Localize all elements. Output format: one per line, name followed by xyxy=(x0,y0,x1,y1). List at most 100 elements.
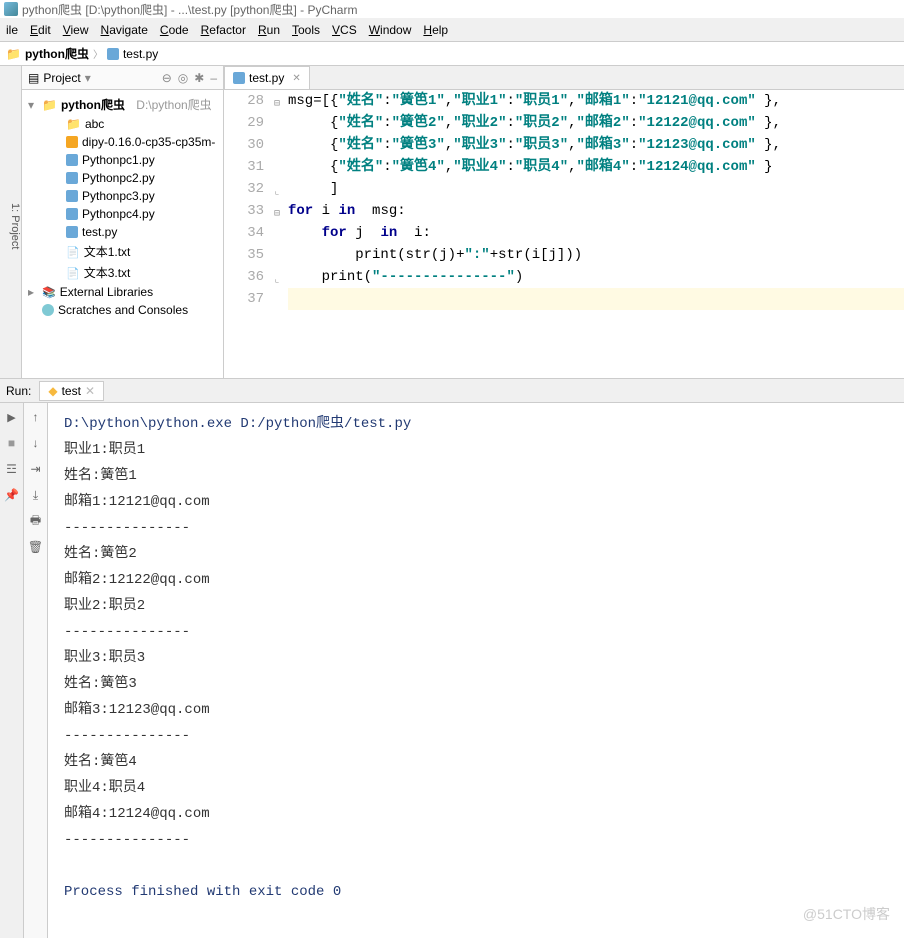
tree-item-label: dipy-0.16.0-cp35-cp35m- xyxy=(82,135,215,149)
menu-help[interactable]: Help xyxy=(423,23,448,37)
up-icon[interactable]: ↑ xyxy=(28,409,44,425)
tree-root[interactable]: ▾ 📁 python爬虫 D:\python爬虫 xyxy=(22,94,223,115)
breadcrumb-root[interactable]: 📁 python爬虫 xyxy=(6,45,89,62)
menu-view[interactable]: View xyxy=(63,23,89,37)
python-file-icon xyxy=(66,172,78,184)
editor-tabs: test.py ✕ xyxy=(224,66,904,90)
scratches[interactable]: Scratches and Consoles xyxy=(22,301,223,319)
trash-icon[interactable]: 🗑 xyxy=(28,539,44,555)
menu-file[interactable]: ile xyxy=(6,23,18,37)
editor-tab[interactable]: test.py ✕ xyxy=(224,66,310,89)
tree-item-label: 文本3.txt xyxy=(84,264,131,281)
chevron-right-icon: 〉 xyxy=(93,46,103,61)
console-line: 邮箱1:12121@qq.com xyxy=(64,489,894,515)
python-file-icon xyxy=(66,154,78,166)
archive-icon xyxy=(66,136,78,148)
console-line: 职业3:职员3 xyxy=(64,645,894,671)
tree-item[interactable]: 文本3.txt xyxy=(22,262,223,283)
tree-item-label: test.py xyxy=(82,225,117,239)
project-tree[interactable]: ▾ 📁 python爬虫 D:\python爬虫 📁abc dipy-0.16.0… xyxy=(22,90,223,378)
layout-icon[interactable]: ☲ xyxy=(4,461,20,477)
tree-item-label: 文本1.txt xyxy=(84,243,131,260)
menu-edit[interactable]: Edit xyxy=(30,23,51,37)
console-line: --------------- xyxy=(64,619,894,645)
down-icon[interactable]: ↓ xyxy=(28,435,44,451)
external-libraries[interactable]: ▸ External Libraries xyxy=(22,283,223,301)
run-toolbar-right: ↑ ↓ ⇥ ⤓ 🖶 🗑 xyxy=(24,403,48,938)
breadcrumb-file[interactable]: test.py xyxy=(107,47,158,61)
expander-icon[interactable]: ▾ xyxy=(28,98,38,112)
code-editor[interactable]: 28293031323334353637 ⊟⌞⊟⌞ msg=[{"姓名":"簧笆… xyxy=(224,90,904,378)
console-line: 邮箱3:12123@qq.com xyxy=(64,697,894,723)
tree-item[interactable]: test.py xyxy=(22,223,223,241)
collapse-all-icon[interactable]: ⊖ xyxy=(162,71,172,85)
tree-item[interactable]: Pythonpc4.py xyxy=(22,205,223,223)
menu-window[interactable]: Window xyxy=(369,23,412,37)
menu-run[interactable]: Run xyxy=(258,23,280,37)
soft-wrap-icon[interactable]: ⇥ xyxy=(28,461,44,477)
run-config-name: test xyxy=(62,384,81,398)
tree-item[interactable]: Pythonpc2.py xyxy=(22,169,223,187)
project-header: ▤ Project ▾ ⊖ ◎ ✱ ‒ xyxy=(22,66,223,90)
close-icon[interactable]: ✕ xyxy=(85,384,95,398)
external-libraries-label: External Libraries xyxy=(60,285,153,299)
menu-vcs[interactable]: VCS xyxy=(332,23,357,37)
console-line: 职业1:职员1 xyxy=(64,437,894,463)
console-line: 邮箱2:12122@qq.com xyxy=(64,567,894,593)
line-number-gutter: 28293031323334353637 xyxy=(224,90,274,378)
menu-refactor[interactable]: Refactor xyxy=(201,23,246,37)
tree-root-name: python爬虫 xyxy=(61,96,125,113)
run-config-tab[interactable]: ◆ test ✕ xyxy=(39,381,104,401)
app-icon xyxy=(4,2,18,16)
fold-end-icon: ⌞ xyxy=(274,270,280,292)
menu-code[interactable]: Code xyxy=(160,23,189,37)
tree-item-label: Pythonpc1.py xyxy=(82,153,155,167)
stop-icon[interactable]: ■ xyxy=(4,435,20,451)
left-tool-stripe[interactable]: 1: Project xyxy=(0,66,22,378)
scroll-icon[interactable]: ⤓ xyxy=(28,487,44,503)
console-line: --------------- xyxy=(64,515,894,541)
run-console[interactable]: D:\python\python.exe D:/python爬虫/test.py… xyxy=(48,403,904,938)
pin-icon[interactable]: 📌 xyxy=(4,487,20,503)
menu-tools[interactable]: Tools xyxy=(292,23,320,37)
library-icon xyxy=(42,285,56,299)
run-label: Run: xyxy=(6,384,31,398)
tree-item-label: Pythonpc4.py xyxy=(82,207,155,221)
tree-item[interactable]: dipy-0.16.0-cp35-cp35m- xyxy=(22,133,223,151)
tree-item-label: abc xyxy=(85,117,104,131)
editor-area: test.py ✕ 28293031323334353637 ⊟⌞⊟⌞ msg=… xyxy=(224,66,904,378)
console-line: 姓名:簧笆1 xyxy=(64,463,894,489)
scratches-label: Scratches and Consoles xyxy=(58,303,188,317)
run-tool-window: Run: ◆ test ✕ ▶ ■ ☲ 📌 ↑ ↓ ⇥ ⤓ 🖶 🗑 D:\pyt… xyxy=(0,379,904,938)
run-cmd: D:\python\python.exe D:/python爬虫/test.py xyxy=(64,411,894,437)
locate-icon[interactable]: ◎ xyxy=(178,71,188,85)
tree-item-label: Pythonpc2.py xyxy=(82,171,155,185)
expander-icon[interactable]: ▸ xyxy=(28,285,38,299)
dropdown-icon[interactable]: ▾ xyxy=(85,71,91,85)
tree-item[interactable]: Pythonpc3.py xyxy=(22,187,223,205)
rerun-icon[interactable]: ▶ xyxy=(4,409,20,425)
console-line: 姓名:簧笆4 xyxy=(64,749,894,775)
breadcrumb-root-label: python爬虫 xyxy=(25,45,89,62)
gear-icon[interactable]: ✱ xyxy=(194,71,204,85)
tree-item[interactable]: Pythonpc1.py xyxy=(22,151,223,169)
tree-item[interactable]: 📁abc xyxy=(22,115,223,133)
fold-icon[interactable]: ⊟ xyxy=(274,204,280,226)
code-content[interactable]: msg=[{"姓名":"簧笆1","职业1":"职员1","邮箱1":"1212… xyxy=(288,90,904,378)
fold-gutter[interactable]: ⊟⌞⊟⌞ xyxy=(274,90,288,378)
menu-bar: ile Edit View Navigate Code Refactor Run Tools V… xyxy=(0,18,904,42)
tree-item[interactable]: 文本1.txt xyxy=(22,241,223,262)
fold-icon[interactable]: ⊟ xyxy=(274,94,280,116)
editor-tab-label: test.py xyxy=(249,71,284,85)
close-icon[interactable]: ✕ xyxy=(292,73,300,84)
print-icon[interactable]: 🖶 xyxy=(28,513,44,529)
menu-navigate[interactable]: Navigate xyxy=(101,23,148,37)
console-line: --------------- xyxy=(64,723,894,749)
exit-status: Process finished with exit code 0 xyxy=(64,879,894,905)
console-line: 职业4:职员4 xyxy=(64,775,894,801)
python-file-icon xyxy=(233,72,245,84)
window-titlebar: python爬虫 [D:\python爬虫] - ...\test.py [py… xyxy=(0,0,904,18)
text-file-icon xyxy=(66,266,80,280)
breadcrumb-file-label: test.py xyxy=(123,47,158,61)
hide-icon[interactable]: ‒ xyxy=(210,71,217,85)
